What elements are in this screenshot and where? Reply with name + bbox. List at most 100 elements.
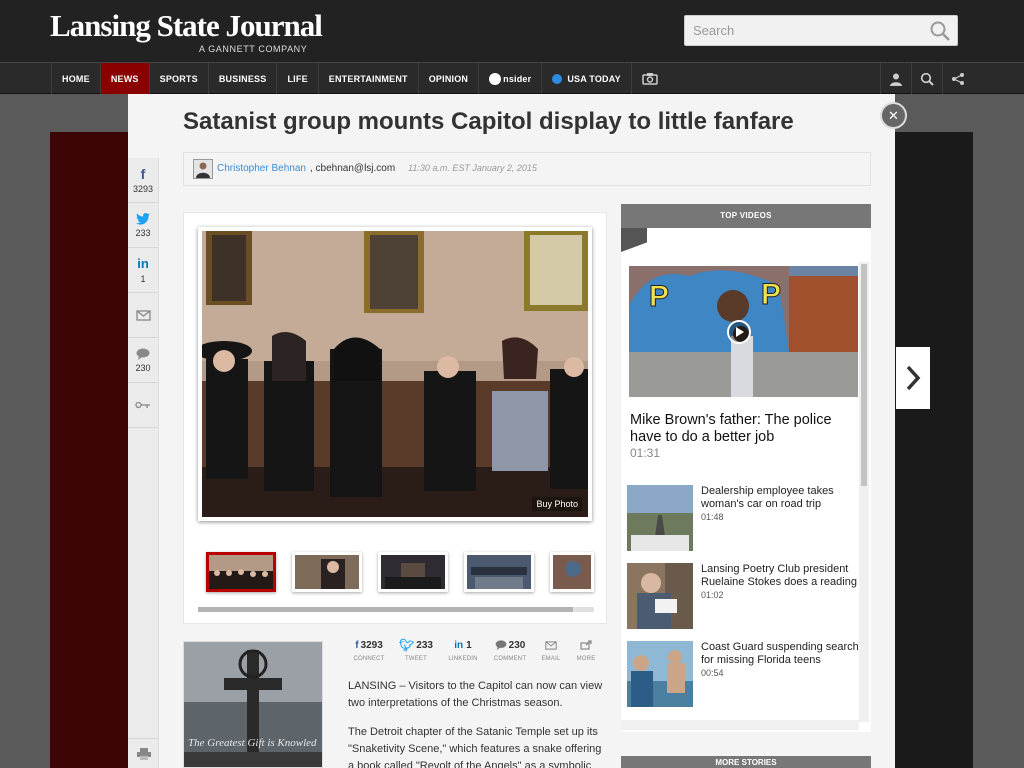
image-banner-text: The Greatest Gift is Knowled (188, 737, 317, 749)
share-label: LINKEDIN (448, 656, 478, 662)
rail-comments-count: 230 (135, 362, 151, 373)
gallery-scroll-thumb[interactable] (198, 607, 573, 612)
gallery-thumbnail[interactable] (550, 552, 594, 592)
article-paragraph: The Detroit chapter of the Satanic Templ… (348, 726, 602, 768)
top-videos-panel: TOP VIDEOS P P Mike Brown's father: The … (621, 204, 871, 732)
gallery-scrollbar[interactable] (198, 607, 594, 612)
featured-video-duration: 01:31 (630, 446, 661, 460)
nav-opinion[interactable]: OPINION (417, 63, 478, 94)
search-icon[interactable] (929, 20, 951, 42)
nav-home[interactable]: HOME (51, 63, 100, 94)
close-icon[interactable]: ✕ (880, 102, 907, 129)
nav-life[interactable]: LIFE (276, 63, 317, 94)
nav-insider-label: nsider (503, 73, 532, 84)
print-button[interactable] (128, 738, 159, 768)
gallery-thumbnail[interactable] (292, 552, 362, 592)
featured-video-title[interactable]: Mike Brown's father: The police have to … (630, 412, 860, 446)
share-twitter-button[interactable]: 🐦︎ 233 TWEET (395, 638, 437, 662)
video-title: Dealership employee takes woman's car on… (701, 485, 859, 524)
article-title: Satanist group mounts Capitol display to… (183, 108, 794, 135)
share-more-button[interactable]: MORE (571, 638, 601, 662)
share-count: 230 (508, 639, 526, 651)
article-paragraph: LANSING – Visitors to the Capitol can no… (348, 680, 603, 709)
header-flag-decoration (621, 228, 647, 252)
share-count: 3293 (360, 639, 383, 651)
twitter-icon (136, 212, 150, 225)
rail-linkedin[interactable]: in 1 (128, 248, 158, 293)
gallery-thumbnail[interactable] (378, 552, 448, 592)
facebook-icon: f (355, 639, 359, 651)
share-linkedin-button[interactable]: in 1 LINKEDIN (442, 638, 484, 663)
share-label: MORE (576, 656, 596, 662)
rail-twitter[interactable]: 233 (128, 203, 158, 248)
camera-icon (642, 73, 658, 85)
share-count: 1 (466, 639, 472, 651)
linkedin-icon: in (454, 639, 464, 651)
main-nav: HOME NEWS SPORTS BUSINESS LIFE ENTERTAIN… (0, 62, 1024, 94)
nav-news[interactable]: NEWS (99, 63, 149, 94)
nav-usatoday[interactable]: USA TODAY (541, 63, 630, 94)
nav-sports[interactable]: SPORTS (148, 63, 208, 94)
video-title-text: Coast Guard suspending search for missin… (701, 641, 859, 666)
video-list-scrollbar[interactable] (859, 262, 869, 722)
video-list-hscrollbar[interactable] (621, 720, 859, 730)
share-bar: f 3293 CONNECT 🐦︎ 233 TWEET in 1 LINKEDIN 2… (348, 638, 606, 662)
next-article-arrow-icon[interactable] (896, 347, 930, 409)
share-label: CONNECT (353, 656, 385, 662)
search-input[interactable]: Search (684, 15, 958, 46)
nav-entertainment[interactable]: ENTERTAINMENT (317, 63, 418, 94)
video-list-item[interactable]: Lansing Poetry Club president Ruelaine S… (627, 563, 859, 631)
svg-text:P: P (649, 280, 669, 313)
email-icon (545, 640, 557, 650)
nav-usatoday-label: USA TODAY (567, 73, 621, 84)
nav-business[interactable]: BUSINESS (207, 63, 277, 94)
video-duration: 00:54 (701, 668, 724, 678)
nav-search-button[interactable] (911, 63, 942, 94)
play-icon[interactable] (727, 320, 751, 344)
share-button[interactable] (942, 63, 973, 94)
author-link[interactable]: Christopher Behnan (217, 163, 306, 174)
gallery-thumbnails (206, 552, 610, 592)
share-facebook-button[interactable]: f 3293 CONNECT (348, 638, 390, 663)
more-stories-header: MORE STORIES (621, 756, 871, 768)
nav-insider[interactable]: nsider (478, 63, 541, 94)
video-title: Lansing Poetry Club president Ruelaine S… (701, 563, 859, 602)
gallery-main-photo[interactable]: Buy Photo (198, 227, 592, 521)
facebook-icon: f (140, 165, 146, 182)
featured-video-thumbnail[interactable]: P P (629, 266, 858, 397)
share-email-button[interactable]: EMAIL (536, 638, 566, 662)
twitter-icon: 🐦︎ (399, 638, 415, 652)
user-button[interactable] (880, 63, 911, 94)
video-thumbnail (627, 485, 693, 551)
share-count: 233 (416, 639, 433, 651)
photo-gallery: Buy Photo (183, 212, 607, 624)
printer-icon (136, 747, 151, 760)
nav-photos[interactable] (630, 63, 668, 94)
rail-facebook[interactable]: f 3293 (128, 158, 158, 203)
rail-linkedin-count: 1 (140, 273, 146, 284)
background-page-left (50, 132, 130, 768)
key-icon (135, 401, 150, 409)
gallery-thumbnail[interactable] (206, 552, 276, 592)
rail-facebook-count: 3293 (132, 183, 154, 194)
rail-comments[interactable]: 230 (128, 338, 158, 383)
rail-email[interactable] (128, 293, 158, 338)
site-logo[interactable]: Lansing State Journal (50, 8, 323, 44)
video-list-item[interactable]: Coast Guard suspending search for missin… (627, 641, 859, 709)
author-avatar (193, 159, 213, 179)
video-list-scroll-thumb[interactable] (861, 264, 867, 486)
video-title-text: Dealership employee takes woman's car on… (701, 485, 834, 510)
gallery-thumbnail[interactable] (464, 552, 534, 592)
snaketivity-image: The Greatest Gift is Knowled (184, 642, 322, 767)
author-email[interactable]: , cbehnan@lsj.com (310, 163, 395, 174)
share-comment-button[interactable]: 230 COMMENT (489, 638, 531, 663)
insider-logo-icon (489, 72, 502, 85)
publish-datetime: 11:30 a.m. EST January 2, 2015 (408, 163, 537, 173)
share-label: TWEET (405, 656, 427, 662)
rail-more[interactable] (128, 383, 158, 428)
video-thumbnail (627, 641, 693, 707)
buy-photo-link[interactable]: Buy Photo (532, 497, 582, 511)
share-label: EMAIL (541, 656, 561, 662)
video-list-item[interactable]: Dealership employee takes woman's car on… (627, 485, 859, 553)
article-inline-image[interactable]: The Greatest Gift is Knowled (183, 641, 323, 768)
